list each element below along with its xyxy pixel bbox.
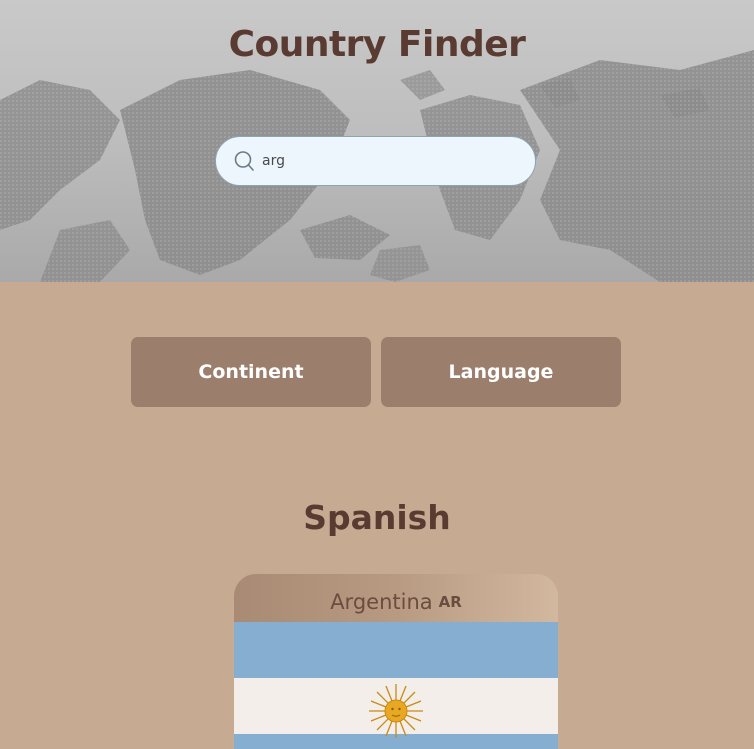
language-filter-button[interactable]: Language bbox=[381, 337, 621, 407]
country-flag bbox=[234, 622, 558, 749]
hero-banner: Country Finder bbox=[0, 0, 754, 282]
page-title: Country Finder bbox=[228, 24, 526, 65]
country-card[interactable]: Argentina AR bbox=[234, 574, 558, 749]
flag-stripe-top bbox=[234, 622, 558, 678]
country-card-header: Argentina AR bbox=[234, 574, 558, 622]
search-input[interactable] bbox=[262, 153, 502, 169]
search-icon bbox=[234, 151, 254, 171]
language-group-title: Spanish bbox=[303, 498, 451, 537]
sun-of-may-icon bbox=[369, 684, 423, 738]
country-name: Argentina bbox=[330, 590, 433, 614]
continent-filter-button[interactable]: Continent bbox=[131, 337, 371, 407]
country-code: AR bbox=[438, 593, 462, 611]
search-box[interactable] bbox=[215, 136, 536, 186]
